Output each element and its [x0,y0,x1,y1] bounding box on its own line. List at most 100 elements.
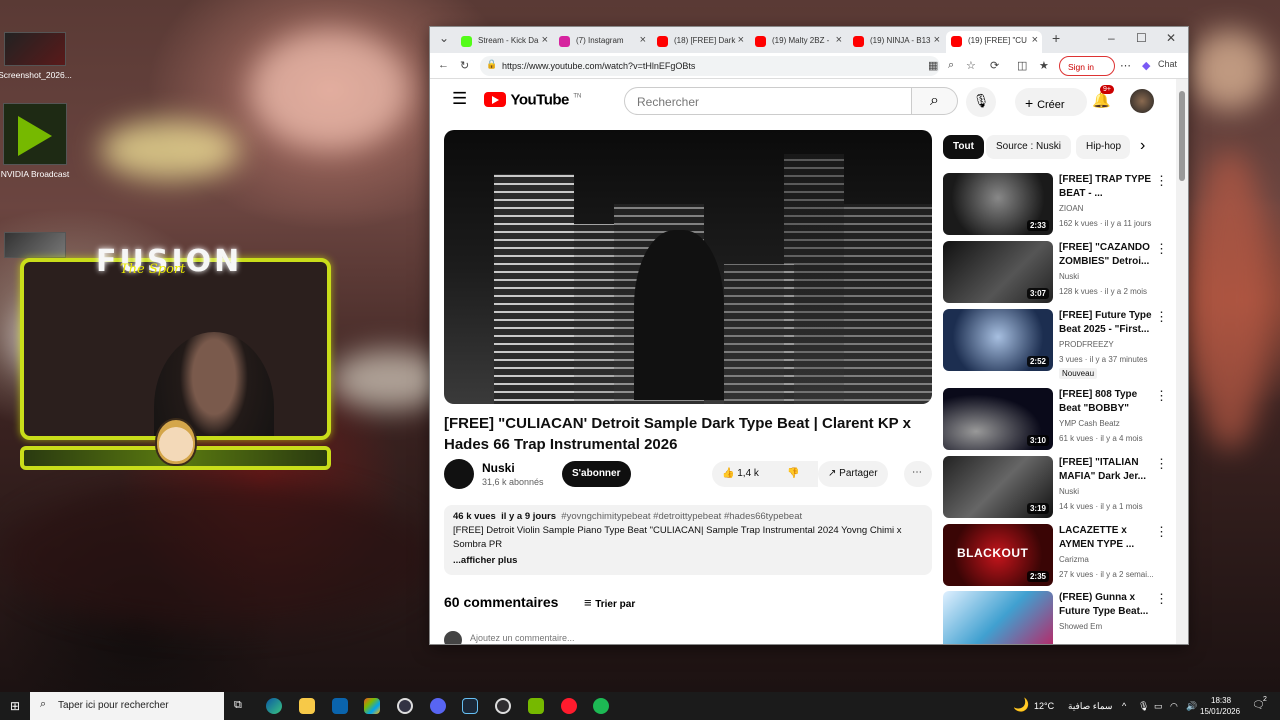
voice-search-button[interactable]: 🎙 [966,87,996,117]
search-button[interactable]: ⌕ [912,87,958,115]
recommendation-meta: 61 k vues · il y a 4 mois [1059,434,1143,443]
chevron-up-icon[interactable]: ^ [1122,701,1126,711]
outlook-icon[interactable] [332,698,348,714]
avatar[interactable] [1130,89,1154,113]
recommendation-item[interactable]: 3:07 [FREE] "CAZANDO ZOMBIES" Detroi... … [943,241,1175,303]
chip-source[interactable]: Source : Nuski [986,135,1072,159]
clock-time[interactable]: 18:38 [1211,696,1231,705]
channel-avatar[interactable] [444,459,474,489]
menu-icon[interactable]: ☰ [452,89,467,109]
more-actions-button[interactable]: ⋯ [904,461,932,487]
sort-button[interactable]: ≡ Trier par [584,595,635,610]
taskbar-search-input[interactable]: ⌕ Taper ici pour rechercher [30,692,224,720]
more-vert-icon[interactable]: ⋮ [1155,456,1168,472]
recommendation-item[interactable]: 3:19 [FREE] "ITALIAN MAFIA" Dark Jer... … [943,456,1175,518]
youtube-header: ☰ YouTube TN Rechercher ⌕ 🎙 + Créer 🔔 9+ [430,79,1176,122]
close-icon[interactable]: × [1032,34,1038,46]
wifi-icon[interactable]: ◠ [1170,701,1178,712]
new-tab-icon[interactable]: + [1052,30,1060,46]
close-icon[interactable]: × [836,34,842,46]
recommendation-item[interactable]: 2:33 [FREE] TRAP TYPE BEAT - ... ZIOAN 1… [943,173,1175,235]
copilot-icon[interactable]: ◆ [1142,59,1150,72]
close-icon[interactable]: × [934,34,940,46]
tab-kick[interactable]: Stream - Kick Da × [456,31,552,53]
store-icon[interactable] [364,698,380,714]
discord-icon[interactable] [430,698,446,714]
favorite-icon[interactable]: ☆ [966,59,976,72]
description-box[interactable]: 46 k vues il y a 9 jours #yovngchimitype… [444,505,932,575]
create-button[interactable]: + Créer [1015,88,1087,116]
recommendation-item[interactable]: (FREE) Gunna x Future Type Beat... Showe… [943,591,1175,644]
spotify-icon[interactable] [593,698,609,714]
refresh-extension-icon[interactable]: ⟳ [990,59,999,72]
scrollbar[interactable] [1176,79,1188,644]
more-icon[interactable]: ⋯ [1120,59,1131,72]
zoom-icon[interactable]: ⌕ [948,59,954,72]
recommendation-title: (FREE) Gunna x Future Type Beat... [1059,592,1149,617]
video-player[interactable] [444,130,932,404]
tab-bar: ⌄ Stream - Kick Da × (7) Instagram × (18… [430,27,1188,53]
sign-in-button[interactable]: Sign in [1059,56,1115,76]
file-explorer-icon[interactable] [299,698,315,714]
tab-youtube-1[interactable]: (18) [FREE] Dark × [652,31,748,53]
more-vert-icon[interactable]: ⋮ [1155,591,1168,607]
desktop-icon-nvidia-broadcast[interactable]: NVIDIA Broadcast [0,103,75,179]
microphone-icon[interactable]: 🎙 [1138,701,1149,712]
notifications-button[interactable]: 🔔 9+ [1092,85,1114,109]
hashtags[interactable]: #yovngchimitypebeat #detroittypebeat #ha… [561,511,802,522]
subscribe-button[interactable]: S'abonner [562,461,631,487]
youtube-logo[interactable]: YouTube TN [484,91,581,109]
favorites-icon[interactable]: ★ [1039,59,1049,72]
url-input[interactable]: 🔒 https://www.youtube.com/watch?v=tHlnEF… [480,56,940,76]
close-icon[interactable]: × [738,34,744,46]
desktop-icon-screenshot[interactable]: Screenshot_2026... [0,32,75,80]
dislike-button[interactable]: 👎 [777,461,811,487]
more-vert-icon[interactable]: ⋮ [1155,241,1168,257]
search-input[interactable]: Rechercher [624,87,912,115]
tab-list-icon[interactable]: ⌄ [439,31,449,45]
tab-youtube-active[interactable]: (19) [FREE] "CU × [946,31,1042,53]
chip-all[interactable]: Tout [943,135,984,159]
windows-start-icon[interactable]: ⊞ [10,699,20,713]
recommendation-item[interactable]: 3:10 [FREE] 808 Type Beat "BOBBY" YMP Ca… [943,388,1175,450]
close-window-icon[interactable]: ✕ [1166,31,1176,45]
scrollbar-thumb[interactable] [1179,91,1185,181]
chat-label[interactable]: Chat [1158,59,1177,69]
minimize-icon[interactable]: – [1108,31,1115,45]
reload-icon[interactable]: ↻ [460,59,469,72]
share-button[interactable]: ↗ Partager [818,461,888,487]
close-icon[interactable]: × [640,34,646,46]
steam-icon[interactable] [462,698,478,714]
tab-instagram[interactable]: (7) Instagram × [554,31,650,53]
more-vert-icon[interactable]: ⋮ [1155,524,1168,540]
weather-temperature[interactable]: 12°C [1034,701,1054,711]
more-vert-icon[interactable]: ⋮ [1155,309,1168,325]
extension-icon[interactable]: ▦ [928,59,938,72]
opera-icon[interactable] [561,698,577,714]
more-vert-icon[interactable]: ⋮ [1155,388,1168,404]
chip-hiphop[interactable]: Hip-hop [1076,135,1130,159]
thumbs-down-icon: 👎 [787,468,800,479]
maximize-icon[interactable]: ☐ [1136,31,1147,45]
youtube-play-icon [484,92,506,108]
clock-app-icon[interactable] [397,698,413,714]
task-view-icon[interactable]: ⧉ [234,699,242,712]
add-comment-input[interactable]: Ajoutez un commentaire... [470,633,575,643]
edge-icon[interactable] [266,698,282,714]
clock-date[interactable]: 15/01/2026 [1200,707,1240,716]
more-vert-icon[interactable]: ⋮ [1155,173,1168,189]
chevron-right-icon[interactable]: › [1140,137,1145,155]
close-icon[interactable]: × [542,34,548,46]
volume-icon[interactable]: 🔊 [1186,701,1197,712]
back-icon[interactable]: ← [438,59,449,71]
recommendation-item[interactable]: 2:52 [FREE] Future Type Beat 2025 - "Fir… [943,309,1175,379]
tab-youtube-2[interactable]: (19) Malty 2BZ - × [750,31,846,53]
show-more-button[interactable]: ...afficher plus [453,554,923,568]
obs-icon[interactable] [495,698,511,714]
channel-name[interactable]: Nuski [482,461,515,475]
recommendation-item[interactable]: BLACKOUT 2:35 LACAZETTE x AYMEN TYPE ...… [943,524,1175,586]
nvidia-app-icon[interactable] [528,698,544,714]
tab-youtube-3[interactable]: (19) NINJA - B13 × [848,31,944,53]
split-screen-icon[interactable]: ◫ [1017,59,1027,72]
network-icon[interactable]: ▭ [1154,701,1163,712]
